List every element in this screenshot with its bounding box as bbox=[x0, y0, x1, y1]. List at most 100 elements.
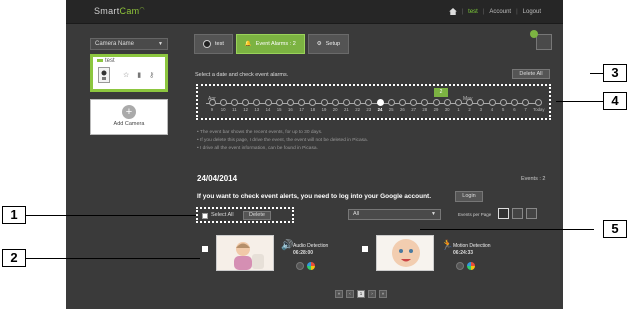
timeline-day[interactable]: 4 bbox=[486, 99, 498, 112]
day-dot bbox=[410, 99, 418, 106]
day-label: 16 bbox=[288, 107, 293, 112]
speaker-icon: 🔊 bbox=[281, 240, 294, 251]
timeline-day[interactable]: 16 bbox=[284, 99, 296, 112]
share-icon[interactable] bbox=[456, 262, 464, 270]
account-link[interactable]: Account bbox=[489, 9, 511, 15]
callout-4: 4 bbox=[603, 92, 627, 110]
chevron-down-icon: ▼ bbox=[158, 41, 163, 47]
timeline-day[interactable]: 11 bbox=[228, 99, 240, 112]
timeline-day[interactable]: 1 bbox=[452, 99, 464, 112]
event-item[interactable]: 🔊 Audio Detection 06:28:00 bbox=[202, 235, 352, 271]
day-dot bbox=[208, 99, 216, 106]
day-label: Today bbox=[533, 107, 545, 112]
user-link[interactable]: test bbox=[468, 9, 478, 15]
event-snapshot[interactable] bbox=[216, 235, 274, 271]
timeline-day[interactable]: 2 bbox=[464, 99, 476, 112]
view-detail-button[interactable] bbox=[526, 208, 537, 219]
day-label: 17 bbox=[299, 107, 304, 112]
timeline-day[interactable]: 12 bbox=[240, 99, 252, 112]
day-dot bbox=[275, 99, 283, 106]
timeline-day[interactable]: 20 bbox=[329, 99, 341, 112]
view-grid-button[interactable] bbox=[498, 208, 509, 219]
timeline-day[interactable]: Today bbox=[531, 99, 547, 112]
day-dot bbox=[421, 99, 429, 106]
picasa-icon[interactable] bbox=[307, 262, 315, 270]
tab-setup[interactable]: ⚙ Setup bbox=[307, 34, 350, 54]
timeline-day[interactable]: 21 bbox=[340, 99, 352, 112]
day-label: 24 bbox=[377, 107, 383, 112]
callout-leader bbox=[24, 258, 200, 259]
day-label: 29 bbox=[433, 107, 439, 112]
timeline-day[interactable]: 22 bbox=[352, 99, 364, 112]
callout-1: 1 bbox=[2, 206, 26, 224]
event-checkbox[interactable] bbox=[362, 246, 368, 252]
timeline-day[interactable]: 18 bbox=[307, 99, 319, 112]
day-dot bbox=[454, 99, 462, 106]
camera-select-value: Camera Name bbox=[95, 41, 135, 47]
add-camera-button[interactable]: + Add Camera bbox=[90, 99, 168, 135]
event-checkbox[interactable] bbox=[202, 246, 208, 252]
delete-all-button[interactable]: Delete All bbox=[512, 69, 550, 79]
callout-3: 3 bbox=[603, 64, 627, 82]
login-button[interactable]: Login bbox=[455, 191, 483, 202]
first-page-button[interactable]: « bbox=[335, 290, 343, 298]
picasa-icon[interactable] bbox=[467, 262, 475, 270]
camera-card[interactable]: test ☆ ▮ ⚷ bbox=[90, 54, 168, 92]
timeline-day[interactable]: 29 bbox=[430, 99, 442, 112]
event-item[interactable]: 🏃 Motion Detection 06:24:33 bbox=[362, 235, 522, 271]
nav-separator: | bbox=[516, 8, 518, 15]
share-icon[interactable] bbox=[296, 262, 304, 270]
day-dot bbox=[354, 99, 362, 106]
selection-controls: Select All Delete bbox=[196, 207, 294, 223]
tab-event-alarms[interactable]: 🔔 Event Alarms : 2 bbox=[235, 34, 305, 54]
logout-link[interactable]: Logout bbox=[523, 9, 541, 15]
camera-name-select[interactable]: Camera Name ▼ bbox=[90, 38, 168, 50]
delete-button[interactable]: Delete bbox=[243, 211, 271, 220]
timeline-day[interactable]: 25 bbox=[385, 99, 397, 112]
trash-icon[interactable]: ▮ bbox=[137, 71, 141, 79]
day-label: 19 bbox=[321, 107, 327, 112]
timeline-day[interactable]: 7 bbox=[520, 99, 532, 112]
timeline-day[interactable]: 10 bbox=[217, 99, 229, 112]
tab-camera[interactable]: test bbox=[194, 34, 233, 54]
event-snapshot[interactable] bbox=[376, 235, 434, 271]
timeline-day[interactable]: 5 bbox=[497, 99, 509, 112]
timeline-day[interactable]: 13 bbox=[251, 99, 263, 112]
top-nav: | test | Account | Logout bbox=[448, 8, 541, 15]
notification-icon[interactable] bbox=[536, 34, 552, 50]
timeline-day[interactable]: 6 bbox=[508, 99, 520, 112]
timeline-day[interactable]: 9 bbox=[206, 99, 218, 112]
day-dot bbox=[488, 99, 496, 106]
timeline-day[interactable]: 26 bbox=[396, 99, 408, 112]
next-page-button[interactable]: › bbox=[368, 290, 376, 298]
timeline-day[interactable]: 23 bbox=[363, 99, 375, 112]
selected-date: 24/04/2014 bbox=[197, 174, 238, 183]
star-icon[interactable]: ☆ bbox=[123, 71, 129, 79]
day-label: 28 bbox=[422, 107, 428, 112]
timeline-day[interactable]: 19 bbox=[318, 99, 330, 112]
gear-icon: ⚙ bbox=[316, 41, 322, 47]
prev-page-button[interactable]: ‹ bbox=[346, 290, 354, 298]
key-icon[interactable]: ⚷ bbox=[149, 71, 154, 79]
page-number[interactable]: 1 bbox=[357, 290, 365, 298]
last-page-button[interactable]: » bbox=[379, 290, 387, 298]
timeline-day[interactable]: 17 bbox=[296, 99, 308, 112]
events-per-page-label: Events per Page bbox=[458, 212, 492, 217]
event-filter-select[interactable]: All ▼ bbox=[348, 209, 441, 220]
day-label: 13 bbox=[254, 107, 260, 112]
select-all-label[interactable]: Select All bbox=[211, 212, 234, 218]
timeline-day[interactable]: 27 bbox=[408, 99, 420, 112]
timeline-day[interactable]: 15 bbox=[273, 99, 285, 112]
camera-card-name: test bbox=[97, 58, 115, 64]
day-label: 22 bbox=[355, 107, 360, 112]
home-icon[interactable] bbox=[448, 8, 457, 15]
timeline-day[interactable]: 14 bbox=[262, 99, 274, 112]
select-all-checkbox[interactable] bbox=[202, 213, 208, 219]
timeline-day[interactable]: 28 bbox=[419, 99, 431, 112]
timeline-instruction: Select a date and check event alarms. bbox=[195, 72, 289, 78]
view-list-button[interactable] bbox=[512, 208, 523, 219]
timeline-day[interactable]: 3 bbox=[475, 99, 487, 112]
pagination: « ‹ 1 › » bbox=[335, 290, 387, 298]
timeline-day[interactable]: 24 bbox=[374, 99, 386, 112]
timeline-day[interactable]: 30 bbox=[441, 99, 453, 112]
